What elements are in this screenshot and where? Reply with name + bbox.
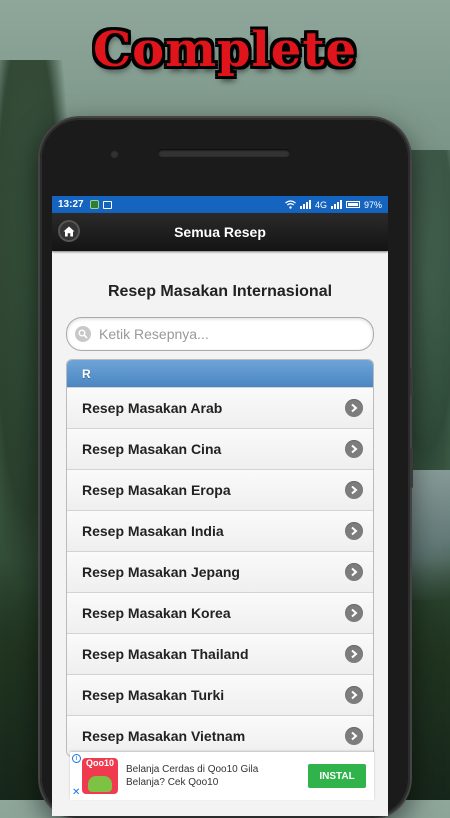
list-item-label: Resep Masakan Jepang: [82, 564, 240, 580]
list-item-label: Resep Masakan Vietnam: [82, 728, 246, 744]
phone-frame: 13:27 4G 97% Semua Resep Resep Masakan I…: [40, 118, 413, 818]
search-input[interactable]: [97, 325, 365, 343]
list-item[interactable]: Resep Masakan Thailand: [67, 633, 373, 674]
ad-close-icon[interactable]: ✕: [72, 787, 80, 798]
notification-icon: [102, 200, 112, 209]
power-button: [410, 448, 413, 488]
main-content: Resep Masakan Internasional R Resep Masa…: [52, 283, 388, 757]
chevron-right-icon: [345, 481, 363, 499]
chevron-right-icon: [345, 645, 363, 663]
list-item[interactable]: Resep Masakan Turki: [67, 674, 373, 715]
list-item-label: Resep Masakan Korea: [82, 605, 231, 621]
status-bar: 13:27 4G 97%: [52, 196, 388, 213]
ad-info-icon[interactable]: i: [72, 754, 81, 763]
ad-mascot-icon: [88, 776, 112, 792]
battery-icon: [345, 201, 360, 208]
list-item[interactable]: Resep Masakan India: [67, 510, 373, 551]
chevron-right-icon: [345, 686, 363, 704]
install-button[interactable]: INSTAL: [308, 764, 366, 788]
home-icon: [63, 226, 75, 236]
app-screen: 13:27 4G 97% Semua Resep Resep Masakan I…: [52, 196, 388, 816]
wifi-icon: [285, 200, 296, 209]
list-item-label: Resep Masakan Eropa: [82, 482, 231, 498]
volume-button: [410, 368, 413, 396]
list-item-label: Resep Masakan India: [82, 523, 224, 539]
list-item[interactable]: Resep Masakan Jepang: [67, 551, 373, 592]
list-item-label: Resep Masakan Turki: [82, 687, 225, 703]
list-item-label: Resep Masakan Arab: [82, 400, 223, 416]
chevron-right-icon: [345, 563, 363, 581]
chevron-right-icon: [345, 522, 363, 540]
speaker-grille: [158, 149, 290, 157]
list-item-label: Resep Masakan Thailand: [82, 646, 249, 662]
camera-icon: [110, 150, 119, 159]
headline: Complete: [92, 22, 358, 78]
ad-brand: Qoo10: [85, 758, 114, 768]
list-item[interactable]: Resep Masakan Korea: [67, 592, 373, 633]
chevron-right-icon: [345, 604, 363, 622]
chevron-right-icon: [345, 399, 363, 417]
ad-banner[interactable]: i Qoo10 Belanja Cerdas di Qoo10 Gila Bel…: [70, 752, 374, 800]
recipe-list: R Resep Masakan Arab Resep Masakan Cina Re…: [66, 359, 374, 757]
chevron-right-icon: [345, 727, 363, 745]
home-button[interactable]: [58, 220, 80, 242]
list-item-label: Resep Masakan Cina: [82, 441, 222, 457]
app-bar: Semua Resep: [52, 213, 388, 251]
search-box[interactable]: [66, 317, 374, 351]
status-right: 4G 97%: [285, 200, 382, 210]
ad-logo: Qoo10: [82, 758, 118, 794]
list-section-header: R: [67, 360, 373, 387]
signal-icon: [299, 200, 311, 209]
signal-icon: [330, 200, 342, 209]
list-item[interactable]: Resep Masakan Arab: [67, 387, 373, 428]
list-item[interactable]: Resep Masakan Eropa: [67, 469, 373, 510]
app-bar-title: Semua Resep: [174, 224, 266, 240]
network-label: 4G: [314, 199, 327, 210]
ad-text: Belanja Cerdas di Qoo10 Gila Belanja? Ce…: [126, 764, 259, 788]
search-icon: [75, 326, 91, 342]
notification-icon: [89, 200, 99, 209]
status-time: 13:27: [58, 199, 84, 210]
list-item[interactable]: Resep Masakan Vietnam: [67, 715, 373, 756]
chevron-right-icon: [345, 440, 363, 458]
list-item[interactable]: Resep Masakan Cina: [67, 428, 373, 469]
battery-level: 97%: [363, 199, 382, 210]
page-title: Resep Masakan Internasional: [107, 283, 333, 300]
